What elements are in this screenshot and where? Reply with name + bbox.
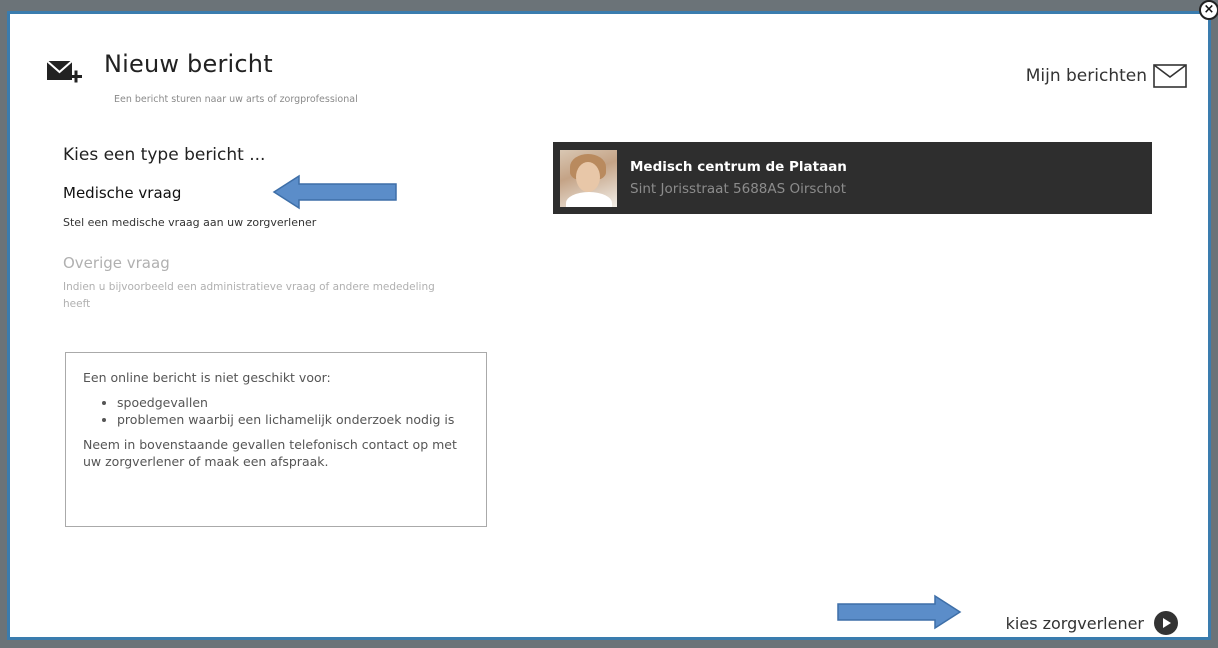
choose-provider-label: kies zorgverlener [1005,613,1144,633]
provider-address: Sint Jorisstraat 5688AS Oirschot [630,181,846,197]
page-title: Nieuw bericht [104,50,273,78]
provider-name: Medisch centrum de Plataan [630,159,847,175]
option-medical-description: Stel een medische vraag aan uw zorgverle… [63,216,317,229]
notice-list: spoedgevallen problemen waarbij een lich… [83,394,470,428]
option-other-question[interactable]: Overige vraag [63,254,170,272]
new-message-envelope-icon [46,58,84,92]
pointer-arrow-right [837,594,962,630]
new-message-modal: Nieuw bericht Een bericht sturen naar uw… [7,11,1211,640]
notice-outro: Neem in bovenstaande gevallen telefonisc… [83,437,457,469]
my-messages-link[interactable]: Mijn berichten [1026,64,1187,88]
pointer-arrow-left [272,174,397,210]
choose-type-heading: Kies een type bericht ... [63,145,266,165]
envelope-icon [1153,64,1187,88]
close-icon[interactable]: × [1199,0,1218,20]
page-subtitle: Een bericht sturen naar uw arts of zorgp… [114,94,358,105]
provider-card[interactable]: Medisch centrum de Plataan Sint Jorisstr… [553,142,1152,214]
play-circle-icon [1154,611,1178,635]
notice-box: Een online bericht is niet geschikt voor… [65,352,487,527]
my-messages-label: Mijn berichten [1025,66,1147,86]
option-medical-question[interactable]: Medische vraag [63,184,181,202]
provider-avatar [560,150,617,207]
notice-intro: Een online bericht is niet geschikt voor… [83,370,331,385]
notice-item: spoedgevallen [117,394,470,411]
notice-item: problemen waarbij een lichamelijk onderz… [117,411,470,428]
choose-provider-button[interactable]: kies zorgverlener [1006,611,1178,635]
option-other-description: Indien u bijvoorbeeld een administratiev… [63,281,435,310]
